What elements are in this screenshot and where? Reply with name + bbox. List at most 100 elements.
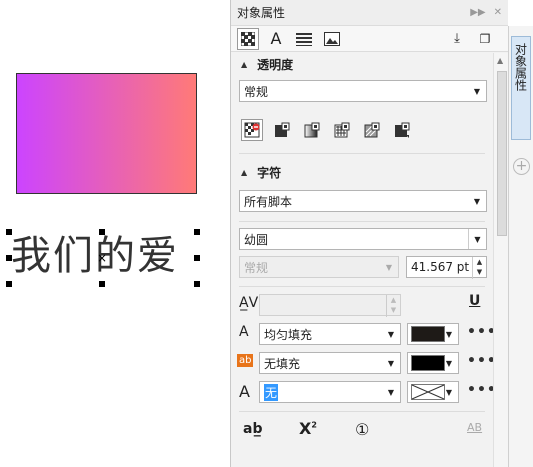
fill-color-picker[interactable]: ▼	[407, 323, 459, 345]
font-select[interactable]: 幼圆 ▼	[239, 228, 487, 250]
script-select[interactable]: 所有脚本 ▼	[239, 190, 487, 212]
fill-tab[interactable]	[237, 27, 259, 50]
font-style-select[interactable]: 常规 ▼	[239, 256, 399, 278]
divider	[239, 286, 485, 287]
drawing-canvas[interactable]: 我们的爱 ×	[0, 0, 230, 467]
transparency-types	[241, 119, 421, 141]
background-fill-value: 无填充	[264, 356, 301, 371]
size-stepper[interactable]: ▲ ▼	[472, 257, 486, 279]
picture-icon	[324, 31, 340, 46]
transparency-heading: 透明度	[257, 57, 294, 72]
collapse-icon[interactable]: ▶▶	[470, 7, 485, 18]
font-value: 幼圆	[244, 232, 269, 247]
open-window-button[interactable]: ❐	[474, 28, 496, 50]
background-fill-select[interactable]: 无填充 ▼	[259, 352, 401, 374]
chevron-down-icon: ▼	[387, 329, 395, 339]
collapse-arrow-icon: ▲	[241, 59, 248, 69]
selection-handle[interactable]	[6, 281, 12, 287]
panel-scrollbar[interactable]: ▲	[493, 53, 509, 467]
background-more-button[interactable]: •••	[467, 353, 493, 369]
transparency-header[interactable]: ▲ 透明度	[231, 53, 293, 75]
character-heading: 字符	[257, 165, 282, 180]
texture-transparency-button[interactable]	[361, 119, 383, 141]
chevron-down-icon: ▼	[473, 86, 481, 96]
all-caps-button[interactable]: AB	[467, 421, 482, 434]
chevron-down-icon: ▼	[387, 358, 395, 368]
object-properties-panel: 对象属性 ▶▶ ✕ A ⤓ ❐ ▲ 透明度 常规 ▼ ▲ 字符 所有脚本 ▼ 幼…	[230, 0, 509, 467]
selection-handle[interactable]	[99, 281, 105, 287]
uniform-transparency-button[interactable]	[271, 119, 293, 141]
gradient-transparency-button[interactable]	[301, 119, 323, 141]
chevron-down-icon: ▼	[385, 262, 393, 272]
fill-type-value: 均匀填充	[264, 327, 313, 342]
bitmap-transparency-button[interactable]	[391, 119, 413, 141]
panel-titlebar: 对象属性 ▶▶ ✕	[231, 0, 508, 26]
kerning-field[interactable]: ▲ ▼	[259, 294, 401, 317]
selection-handle[interactable]	[194, 255, 200, 261]
chevron-down-icon: ▼	[445, 329, 453, 339]
vector-pattern-transparency-button[interactable]	[331, 119, 353, 141]
kerning-stepper[interactable]: ▲ ▼	[386, 295, 400, 317]
chevron-down-icon: ▼	[468, 229, 486, 249]
no-transparency-button[interactable]	[241, 119, 263, 141]
panel-content: ▲ 透明度 常规 ▼ ▲ 字符 所有脚本 ▼ 幼圆 ▼ 常规 ▼ 41.567 …	[231, 53, 493, 467]
outline-color-picker[interactable]: ▼	[407, 381, 459, 403]
window-icon: ❐	[479, 31, 491, 46]
chevron-down-icon: ▼	[445, 387, 453, 397]
text-fill-icon: A	[239, 324, 249, 340]
transparency-mode-select[interactable]: 常规 ▼	[239, 80, 487, 102]
artistic-text[interactable]: 我们的爱	[11, 228, 179, 284]
selection-handle[interactable]	[99, 229, 105, 235]
text-background-icon: ab	[237, 354, 254, 367]
text-outline-icon: A	[239, 382, 250, 401]
scrollbar-thumb[interactable]	[497, 71, 507, 236]
panel-title: 对象属性	[237, 6, 286, 20]
paragraph-icon	[296, 32, 312, 46]
pattern-transparency-icon	[334, 122, 350, 138]
paragraph-tab[interactable]	[293, 28, 315, 50]
font-size-value: 41.567 pt	[411, 260, 470, 274]
gradient-rectangle[interactable]	[16, 73, 197, 194]
small-caps-button[interactable]: ab̲	[243, 421, 262, 437]
superscript-button[interactable]: X2	[299, 419, 317, 438]
no-transparency-icon	[244, 122, 260, 138]
bitmap-transparency-icon	[395, 122, 410, 138]
outline-more-button[interactable]: •••	[467, 382, 493, 398]
selection-handle[interactable]	[6, 229, 12, 235]
character-tab[interactable]: A	[265, 28, 287, 50]
selection-handle[interactable]	[194, 281, 200, 287]
text-a-icon: A	[270, 29, 282, 48]
selection-handle[interactable]	[194, 229, 200, 235]
chevron-down-icon: ▼	[445, 358, 453, 368]
side-tab-label: 对象属性	[513, 43, 528, 91]
panel-tabs: A ⤓ ❐	[231, 26, 508, 52]
outline-width-select[interactable]: 无 ▼	[259, 381, 401, 403]
docker-side-tabs: 对象属性 +	[508, 26, 533, 467]
scroll-up-icon[interactable]: ▲	[497, 56, 503, 65]
circled-number-button[interactable]: ①	[355, 420, 369, 439]
kerning-icon: A̲V	[239, 295, 259, 311]
selection-handle[interactable]	[6, 255, 12, 261]
character-header[interactable]: ▲ 字符	[231, 161, 281, 183]
close-icon[interactable]: ✕	[494, 7, 502, 18]
checker-icon	[241, 31, 255, 46]
font-style-value: 常规	[244, 260, 269, 275]
underline-button[interactable]: U	[469, 293, 480, 309]
chevron-down-icon: ▼	[387, 387, 395, 397]
object-properties-side-tab[interactable]: 对象属性	[511, 36, 531, 140]
fill-more-button[interactable]: •••	[467, 324, 493, 340]
texture-transparency-icon	[364, 122, 380, 138]
add-docker-button[interactable]: +	[513, 158, 530, 175]
download-icon: ⤓	[454, 31, 460, 46]
font-size-field[interactable]: 41.567 pt ▲ ▼	[406, 256, 487, 279]
chevron-down-icon: ▼	[473, 196, 481, 206]
divider	[239, 411, 485, 412]
apply-button[interactable]: ⤓	[446, 28, 468, 50]
frame-tab[interactable]	[321, 28, 343, 50]
outline-width-value: 无	[264, 383, 279, 401]
divider	[239, 221, 485, 222]
center-marker-icon: ×	[97, 251, 108, 265]
uniform-transparency-icon	[275, 122, 290, 137]
background-color-picker[interactable]: ▼	[407, 352, 459, 374]
fill-type-select[interactable]: 均匀填充 ▼	[259, 323, 401, 345]
